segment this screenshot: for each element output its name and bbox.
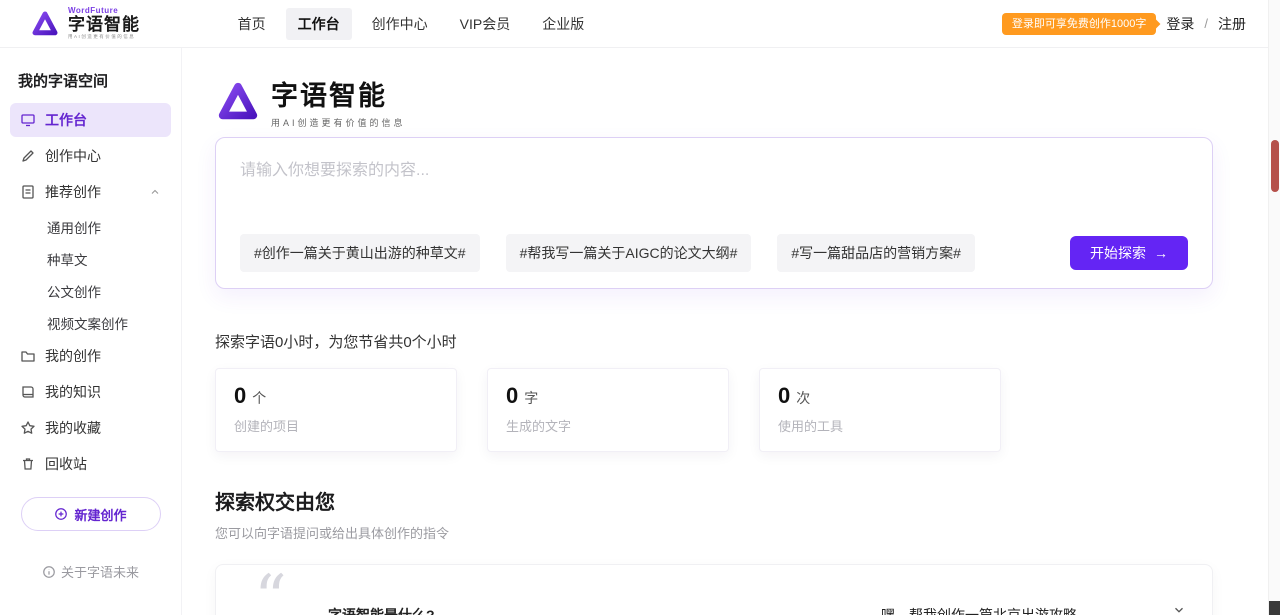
stat-card-projects: 0个 创建的项目 (215, 368, 457, 452)
pen-icon (20, 148, 36, 164)
start-explore-button[interactable]: 开始探索 → (1070, 236, 1188, 270)
sidebar-item-recommended[interactable]: 推荐创作 (10, 175, 171, 209)
sidebar-item-recycle-bin[interactable]: 回收站 (10, 447, 171, 481)
about-label: 关于字语未来 (61, 562, 139, 581)
sidebar-subitem-general[interactable]: 通用创作 (10, 211, 171, 243)
monitor-icon (20, 112, 36, 128)
plus-circle-icon (54, 507, 68, 521)
brand-super: WordFuture (68, 7, 158, 15)
main-content: 字语智能 用AI创造更有价值的信息 #创作一篇关于黄山出游的种草文# #帮我写一… (182, 48, 1268, 615)
hero-title: 字语智能 (271, 74, 406, 113)
explore-section-title: 探索权交由您 (215, 486, 1213, 515)
nav-item-workspace[interactable]: 工作台 (286, 8, 352, 40)
brand-wordmark: 字语智能 (68, 16, 158, 33)
search-input[interactable] (240, 156, 1188, 234)
stat-label: 创建的项目 (234, 416, 438, 435)
search-card: #创作一篇关于黄山出游的种草文# #帮我写一篇关于AIGC的论文大纲# #写一篇… (215, 137, 1213, 289)
sidebar-item-label: 我的收藏 (45, 418, 101, 438)
sidebar-item-my-creations[interactable]: 我的创作 (10, 339, 171, 373)
chevron-down-icon[interactable] (1172, 603, 1186, 615)
scrollbar-thumb[interactable] (1271, 140, 1279, 192)
sidebar-subitem-video-copy[interactable]: 视频文案创作 (10, 307, 171, 339)
suggestion-chip-aigc[interactable]: #帮我写一篇关于AIGC的论文大纲# (506, 234, 752, 272)
qa-prompt[interactable]: 嘿，帮我创作一篇北京出游攻略 (881, 605, 1077, 615)
suggestion-chip-dessert[interactable]: #写一篇甜品店的营销方案# (777, 234, 975, 272)
stat-card-words: 0字 生成的文字 (487, 368, 729, 452)
sidebar-item-my-knowledge[interactable]: 我的知识 (10, 375, 171, 409)
page-scrollbar[interactable] (1268, 0, 1280, 615)
quote-icon: “ (254, 567, 287, 615)
nav-menu: 首页 工作台 创作中心 VIP会员 企业版 (226, 8, 597, 40)
hero-triangle-icon (215, 79, 261, 125)
brand-triangle-icon (30, 9, 60, 39)
book-icon (20, 384, 36, 400)
sidebar-item-label: 我的知识 (45, 382, 101, 402)
nav-item-enterprise[interactable]: 企业版 (530, 8, 596, 40)
nav-item-creation-center[interactable]: 创作中心 (360, 8, 440, 40)
arrow-right-icon: → (1154, 245, 1168, 261)
sidebar-item-label: 回收站 (45, 454, 87, 474)
brand-tagline: 用AI创造更有价值的信息 (68, 35, 135, 40)
about-link[interactable]: 关于字语未来 (0, 562, 181, 581)
stat-label: 使用的工具 (778, 416, 982, 435)
sidebar-item-favorites[interactable]: 我的收藏 (10, 411, 171, 445)
chevron-up-icon[interactable] (149, 186, 161, 198)
login-link[interactable]: 登录 (1166, 14, 1194, 34)
sidebar-item-creation-center[interactable]: 创作中心 (10, 139, 171, 173)
top-navbar: WordFuture 字语智能 用AI创造更有价值的信息 首页 工作台 创作中心… (0, 0, 1280, 48)
promo-badge[interactable]: 登录即可享免费创作1000字 (1002, 13, 1156, 35)
document-icon (20, 184, 36, 200)
explore-section-subtitle: 您可以向字语提问或给出具体创作的指令 (215, 523, 1213, 542)
sidebar-subitem-seeding[interactable]: 种草文 (10, 243, 171, 275)
sidebar-item-label: 推荐创作 (45, 182, 101, 202)
info-circle-icon (42, 565, 56, 579)
hero-logo: 字语智能 用AI创造更有价值的信息 (215, 74, 1213, 129)
stat-unit: 次 (796, 390, 810, 406)
new-creation-label: 新建创作 (74, 505, 126, 524)
sidebar-item-workspace[interactable]: 工作台 (10, 103, 171, 137)
register-link[interactable]: 注册 (1218, 14, 1246, 34)
stats-summary: 探索字语0小时，为您节省共0个小时 (215, 331, 1213, 352)
stat-value: 0 (234, 383, 246, 408)
suggestion-chip-huangshan[interactable]: #创作一篇关于黄山出游的种草文# (240, 234, 480, 272)
nav-item-home[interactable]: 首页 (226, 8, 278, 40)
scrollbar-corner (1269, 601, 1280, 615)
stat-unit: 字 (524, 390, 538, 406)
stat-value: 0 (778, 383, 790, 408)
stat-card-tools: 0次 使用的工具 (759, 368, 1001, 452)
stat-unit: 个 (252, 390, 266, 406)
trash-icon (20, 456, 36, 472)
sidebar-item-label: 创作中心 (45, 146, 101, 166)
qa-card: “ 字语智能是什么? 嘿，帮我创作一篇北京出游攻略 (215, 564, 1213, 615)
new-creation-button[interactable]: 新建创作 (21, 497, 161, 531)
start-explore-label: 开始探索 (1090, 243, 1146, 263)
nav-item-vip[interactable]: VIP会员 (448, 8, 523, 40)
sidebar-title: 我的字语空间 (10, 64, 171, 103)
sidebar: 我的字语空间 工作台 创作中心 推荐创作 通用创作 种草文 公文创作 视频文案创… (0, 48, 182, 615)
qa-question[interactable]: 字语智能是什么? (328, 605, 435, 615)
hero-tagline: 用AI创造更有价值的信息 (271, 116, 406, 129)
folder-icon (20, 348, 36, 364)
sidebar-item-label: 我的创作 (45, 346, 101, 366)
sidebar-subitem-official[interactable]: 公文创作 (10, 275, 171, 307)
star-icon (20, 420, 36, 436)
brand-logo[interactable]: WordFuture 字语智能 用AI创造更有价值的信息 (0, 7, 186, 40)
stat-label: 生成的文字 (506, 416, 710, 435)
stat-value: 0 (506, 383, 518, 408)
sidebar-item-label: 工作台 (45, 110, 87, 130)
login-separator: / (1204, 16, 1208, 31)
